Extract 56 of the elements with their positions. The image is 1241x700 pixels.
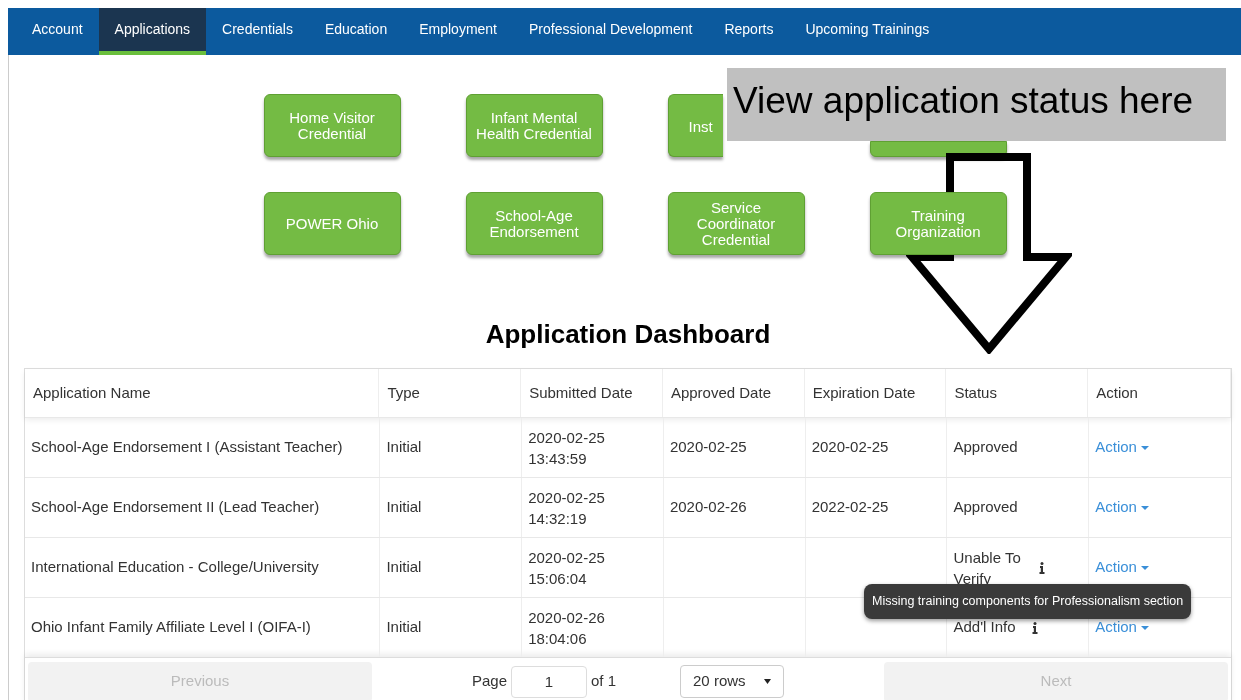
tooltip: Missing training components for Professionalism section (864, 584, 1192, 619)
table-cell-text: 2020-02-25 (528, 427, 606, 448)
column-header[interactable]: Expiration Date (804, 369, 947, 417)
status-text: Add'l Info (953, 617, 1016, 638)
table-cell-text: 14:32:19 (528, 508, 588, 529)
nav-tab[interactable]: Education (308, 8, 404, 55)
table-cell-text: Ohio Infant Family Affiliate Level I (OIFA-I) (30, 617, 312, 638)
nav-tab[interactable]: Account (16, 8, 99, 55)
table-cell-text: 13:43:59 (528, 448, 588, 469)
page-input[interactable]: 1 (511, 665, 587, 698)
column-header[interactable]: Approved Date (662, 369, 805, 417)
table-cell-text: International Education - College/University (30, 557, 320, 578)
dashboard-title: Application Dashboard (484, 318, 772, 351)
table-cell-text: 2020-02-25 (528, 487, 606, 508)
table-cell: Initial (379, 598, 522, 657)
table-cell: Initial (379, 478, 522, 537)
action-dropdown[interactable]: Action (1095, 616, 1149, 639)
status-text: Approved (953, 497, 1018, 518)
table-cell-text: 2020-02-25 (811, 437, 889, 458)
rows-select[interactable]: 20 rows (680, 665, 785, 698)
table-cell: Initial (379, 538, 522, 597)
action-dropdown[interactable]: Action (1095, 556, 1149, 579)
nav-tab[interactable]: Reports (708, 8, 790, 55)
nav-tab[interactable]: Credentials (206, 8, 309, 55)
table-cell-text: 15:06:04 (528, 568, 588, 589)
table-cell-text: 2020-02-25 (528, 547, 606, 568)
nav-tab[interactable]: Applications (98, 8, 207, 55)
table-cell-text: 2020-02-25 (669, 437, 747, 458)
table-cell: Initial (379, 418, 522, 477)
nav-tab[interactable]: Professional Development (513, 8, 709, 55)
caret-icon (1140, 445, 1149, 450)
column-header[interactable]: Submitted Date (521, 369, 663, 417)
caret-icon (1140, 565, 1149, 570)
column-header[interactable]: Status (946, 369, 1089, 417)
nav-tab[interactable]: Upcoming Trainings (789, 8, 946, 55)
page-count: of 1 (591, 671, 617, 692)
caret-icon (1140, 625, 1149, 630)
action-dropdown[interactable]: Action (1095, 496, 1149, 519)
info-icon[interactable] (1031, 621, 1038, 634)
table-cell-text: 2020-02-26 (669, 497, 747, 518)
info-icon[interactable] (1039, 561, 1046, 574)
column-header[interactable]: Type (379, 369, 522, 417)
table-cell-text: 18:04:06 (528, 628, 588, 649)
caret-icon (1140, 505, 1149, 510)
column-header[interactable]: Action (1088, 369, 1231, 417)
nav-tab[interactable]: Employment (403, 8, 513, 55)
page-label: Page (471, 671, 507, 692)
table-cell-text: 2020-02-26 (528, 607, 606, 628)
table-cell-text: School-Age Endorsement I (Assistant Teacher) (30, 437, 344, 458)
action-dropdown[interactable]: Action (1095, 436, 1149, 459)
column-header[interactable]: Application Name (25, 369, 380, 417)
table-cell-text: 2022-02-25 (811, 497, 889, 518)
status-text: Approved (953, 437, 1018, 458)
caret-icon (764, 679, 772, 684)
table-cell-text: School-Age Endorsement II (Lead Teacher) (30, 497, 321, 518)
annotation-tooltip: View application status here (727, 68, 1226, 141)
